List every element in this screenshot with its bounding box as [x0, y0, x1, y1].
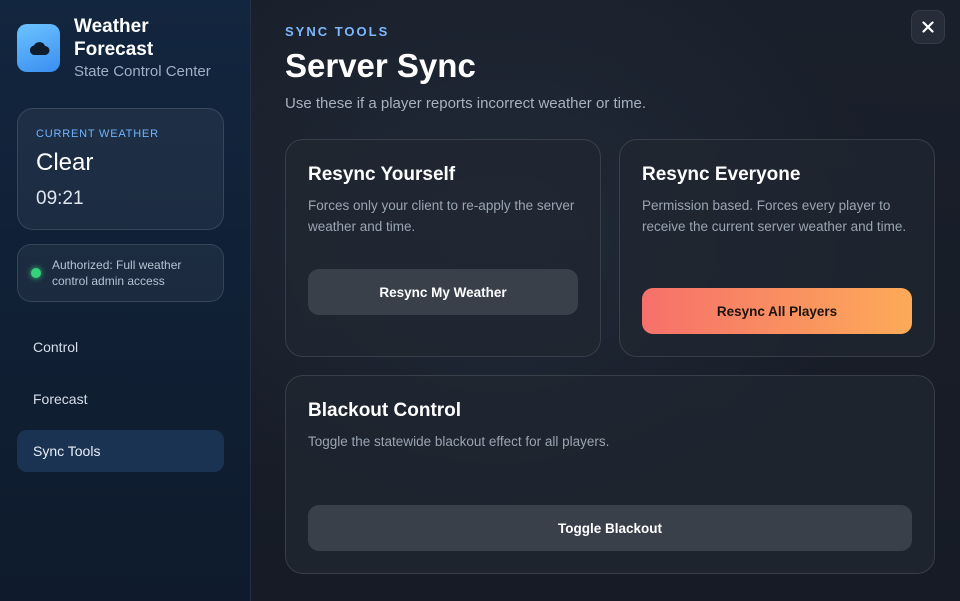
resync-my-weather-button[interactable]: Resync My Weather: [308, 269, 578, 315]
sidebar-item-label: Sync Tools: [33, 443, 101, 459]
cloud-icon: [17, 24, 60, 72]
weather-time: 09:21: [36, 188, 84, 209]
sidebar-item-control[interactable]: Control: [17, 326, 224, 368]
sidebar-item-label: Forecast: [33, 391, 88, 407]
resync-yourself-card: Resync Yourself Forces only your client …: [285, 139, 601, 357]
app-subtitle: State Control Center: [74, 63, 211, 80]
current-weather-label: CURRENT WEATHER: [36, 128, 159, 140]
resync-everyone-card: Resync Everyone Permission based. Forces…: [619, 139, 935, 357]
close-icon: [922, 21, 934, 33]
close-button[interactable]: [911, 10, 945, 44]
main-panel: SYNC TOOLS Server Sync Use these if a pl…: [251, 0, 960, 601]
sidebar-item-sync-tools[interactable]: Sync Tools: [17, 430, 224, 472]
card-description: Toggle the statewide blackout effect for…: [308, 434, 610, 449]
card-description: Forces only your client to re-apply the …: [308, 198, 575, 234]
page-subtitle: Use these if a player reports incorrect …: [285, 95, 646, 112]
auth-status-text: Authorized: Full weather control admin a…: [52, 258, 182, 288]
card-description: Permission based. Forces every player to…: [642, 198, 907, 234]
app-window: Weather Forecast State Control Center CU…: [0, 0, 960, 601]
status-dot: [31, 268, 41, 278]
sidebar: Weather Forecast State Control Center CU…: [0, 0, 251, 601]
page-title: Server Sync: [285, 47, 476, 84]
resync-all-players-button[interactable]: Resync All Players: [642, 288, 912, 334]
brand: Weather Forecast State Control Center: [17, 15, 211, 82]
weather-condition: Clear: [36, 149, 94, 176]
card-title: Blackout Control: [308, 400, 462, 421]
blackout-control-card: Blackout Control Toggle the statewide bl…: [285, 375, 935, 574]
section-eyebrow: SYNC TOOLS: [285, 24, 390, 39]
card-title: Resync Everyone: [642, 164, 801, 185]
toggle-blackout-button[interactable]: Toggle Blackout: [308, 505, 912, 551]
sidebar-item-label: Control: [33, 339, 79, 355]
current-weather-card: CURRENT WEATHER Clear 09:21: [17, 108, 224, 230]
card-title: Resync Yourself: [308, 164, 456, 185]
sidebar-item-forecast[interactable]: Forecast: [17, 378, 224, 420]
sidebar-nav: Control Forecast Sync Tools: [17, 326, 224, 482]
app-title: Weather Forecast: [74, 16, 154, 60]
auth-status-card: Authorized: Full weather control admin a…: [17, 244, 224, 302]
